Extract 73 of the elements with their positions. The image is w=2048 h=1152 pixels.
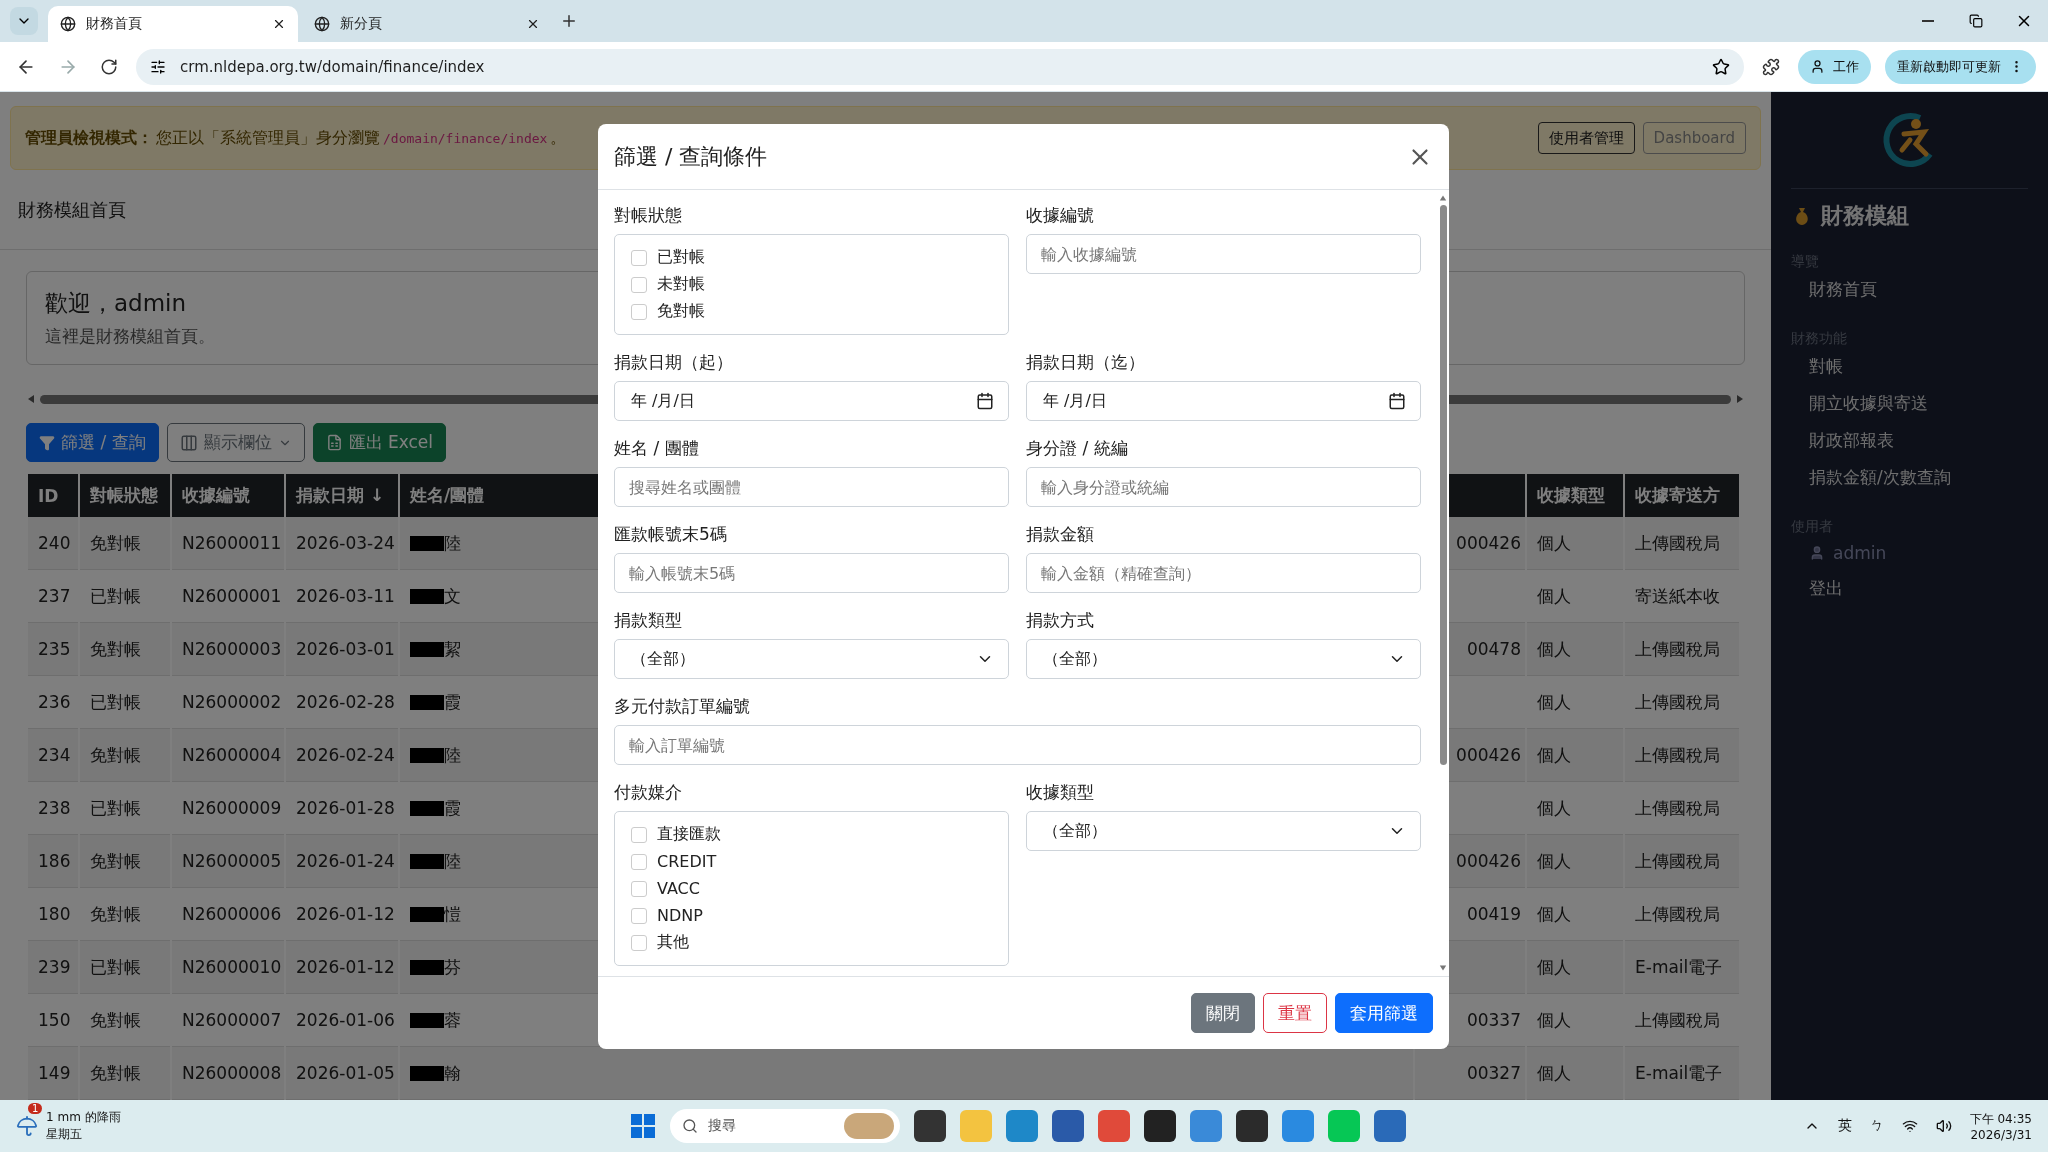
table-cell: 上傳國稅局 — [1625, 623, 1739, 676]
table-cell: N26000011 — [172, 517, 284, 570]
field-label: 捐款方式 — [1026, 609, 1095, 632]
field-label: 對帳狀態 — [614, 204, 683, 227]
table-cell: 上傳國稅局 — [1625, 517, 1739, 570]
name-text: 霞 — [444, 691, 461, 712]
table-cell: 免對帳 — [80, 729, 170, 782]
table-cell: 個人 — [1527, 941, 1623, 994]
name-text: 愷 — [444, 903, 461, 924]
table-cell: 免對帳 — [80, 623, 170, 676]
notification-badge: 1 — [28, 1103, 43, 1114]
table-cell: N26000005 — [172, 835, 284, 888]
field-label: 捐款日期（迄） — [1026, 351, 1146, 374]
table-cell: 個人 — [1527, 1047, 1623, 1100]
table-cell: 149 — [28, 1047, 78, 1100]
table-cell: 2026-03-24 — [286, 517, 398, 570]
name-text: 文 — [444, 585, 461, 606]
table-cell: N26000008 — [172, 1047, 284, 1100]
field-label: 身分證 / 統編 — [1026, 437, 1129, 460]
table-cell: N26000003 — [172, 623, 284, 676]
table-cell: 234 — [28, 729, 78, 782]
table-cell: 已對帳 — [80, 941, 170, 994]
dialog-title: 篩選 / 查詢條件 — [614, 142, 768, 171]
table-cell: 免對帳 — [80, 835, 170, 888]
field-label: 捐款金額 — [1026, 523, 1095, 546]
field-label: 匯款帳號末5碼 — [614, 523, 728, 546]
banner-path: /domain/finance/index — [383, 130, 548, 146]
table-cell: 240 — [28, 517, 78, 570]
welcome-subtitle: 這裡是財務模組首頁。 — [45, 325, 215, 348]
field-label: 捐款類型 — [614, 609, 683, 632]
field-label: 收據編號 — [1026, 204, 1095, 227]
field-label: 多元付款訂單編號 — [614, 695, 751, 718]
table-cell: 上傳國稅局 — [1625, 835, 1739, 888]
field-label: 姓名 / 團體 — [614, 437, 700, 460]
table-cell: 235 — [28, 623, 78, 676]
name-text: 陸 — [444, 850, 461, 871]
table-cell: 免對帳 — [80, 1047, 170, 1100]
field-label: 捐款日期（起） — [614, 351, 734, 374]
table-cell: 免對帳 — [80, 517, 170, 570]
name-text: 蓉 — [444, 1009, 461, 1030]
table-cell: 00327 — [1415, 1047, 1525, 1100]
name-text: 陸 — [444, 532, 461, 553]
name-text: 翰 — [444, 1062, 461, 1083]
table-cell: 上傳國稅局 — [1625, 729, 1739, 782]
table-cell: 個人 — [1527, 729, 1623, 782]
banner-label: 管理員檢視模式： — [25, 127, 153, 149]
table-cell: 2026-01-12 — [286, 941, 398, 994]
table-cell: 個人 — [1527, 623, 1623, 676]
sidebar-title: 財務模組 — [1821, 202, 1909, 230]
table-cell: 2026-01-24 — [286, 835, 398, 888]
field-label: 付款媒介 — [614, 781, 683, 804]
name-text: 霞 — [444, 797, 461, 818]
name-text: 陸 — [444, 744, 461, 765]
banner-text: 。 — [550, 127, 567, 149]
name-text: 絜 — [444, 638, 461, 659]
weather-text: 1 mm 的降雨 — [46, 1109, 121, 1126]
table-cell: 個人 — [1527, 517, 1623, 570]
table-cell: 2026-02-24 — [286, 729, 398, 782]
table-cell: 239 — [28, 941, 78, 994]
table-cell: N26000004 — [172, 729, 284, 782]
page-title: 財務模組首頁 — [18, 197, 126, 222]
field-label: 收據類型 — [1026, 781, 1095, 804]
name-text: 芬 — [444, 956, 461, 977]
table-cell: E-mail電子 — [1625, 941, 1739, 994]
table-cell: 個人 — [1527, 835, 1623, 888]
banner-text: 您正以「系統管理員」身分瀏覽 — [156, 127, 380, 149]
table-cell: 2026-01-05 — [286, 1047, 398, 1100]
welcome-title: 歡迎，admin — [45, 289, 187, 318]
table-cell: 186 — [28, 835, 78, 888]
table-cell: 2026-03-01 — [286, 623, 398, 676]
weather-day: 星期五 — [46, 1126, 121, 1143]
table-cell: N26000010 — [172, 941, 284, 994]
table-cell: E-mail電子 — [1625, 1047, 1739, 1100]
